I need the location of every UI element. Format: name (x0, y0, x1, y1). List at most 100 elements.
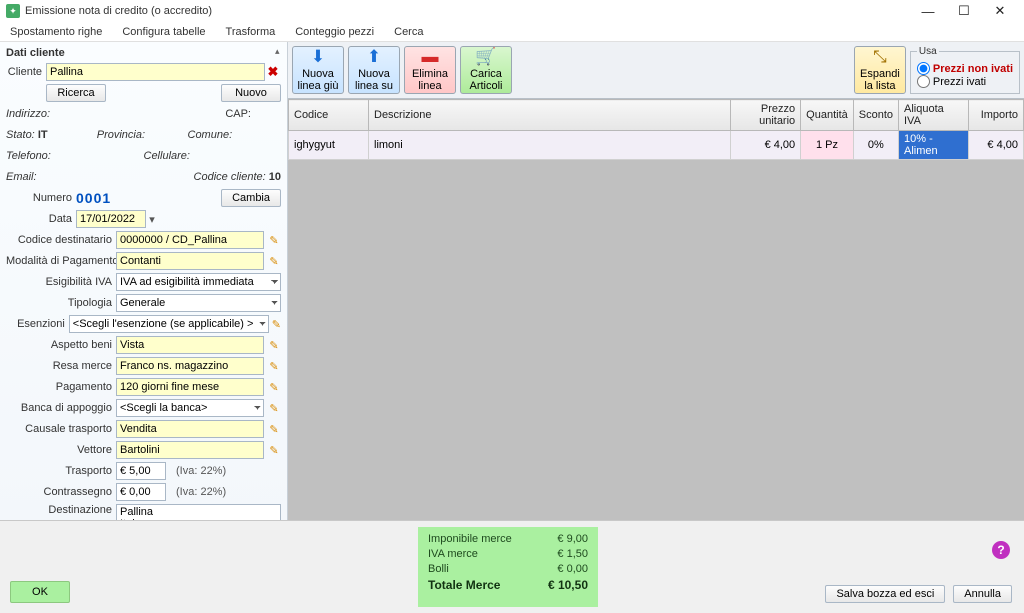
destinazione-label: Destinazione (6, 504, 116, 516)
col-codice[interactable]: Codice (289, 100, 369, 131)
date-dropdown-icon[interactable]: ▾ (146, 213, 158, 226)
carica-articoli-button[interactable]: 🛒Carica Articoli (460, 46, 512, 94)
menu-spostamento[interactable]: Spostamento righe (6, 24, 106, 40)
col-prezzo[interactable]: Prezzo unitario (731, 100, 801, 131)
esig-iva-select[interactable]: IVA ad esigibilità immediata (116, 273, 281, 291)
menu-conteggio[interactable]: Conteggio pezzi (291, 24, 378, 40)
mod-pag-label: Modalità di Pagamento (6, 255, 116, 267)
items-grid[interactable]: Codice Descrizione Prezzo unitario Quant… (288, 99, 1024, 520)
edit-icon[interactable]: ✎ (267, 254, 281, 268)
help-icon[interactable]: ? (992, 541, 1010, 559)
cliente-input[interactable] (46, 63, 265, 81)
indirizzo-label: Indirizzo: (6, 108, 50, 120)
totale-label: Totale Merce (428, 578, 500, 592)
imponibile-value: € 9,00 (557, 533, 588, 545)
menu-bar: Spostamento righe Configura tabelle Tras… (0, 22, 1024, 42)
annulla-button[interactable]: Annulla (953, 585, 1012, 603)
stato-value: IT (38, 129, 48, 141)
cell-descrizione[interactable]: limoni (369, 131, 731, 160)
clear-cliente-button[interactable]: ✖ (265, 64, 281, 80)
maximize-button[interactable]: ☐ (946, 0, 982, 22)
contrassegno-label: Contrassegno (6, 486, 116, 498)
menu-cerca[interactable]: Cerca (390, 24, 427, 40)
codice-cliente-label: Codice cliente: (194, 171, 266, 183)
cambia-numero-button[interactable]: Cambia (221, 189, 281, 207)
usa-legend: Usa (917, 46, 939, 57)
arrow-down-icon: ⬇ (311, 48, 325, 67)
vettore-select[interactable]: Bartolini (116, 441, 264, 459)
codice-dest-select[interactable]: 0000000 / CD_Pallina (116, 231, 264, 249)
trasporto-input[interactable] (116, 462, 166, 480)
prezzi-non-ivati-label: Prezzi non ivati (933, 63, 1013, 75)
tipologia-select[interactable]: Generale (116, 294, 281, 312)
cell-aliquota[interactable]: 10% - Alimen (899, 131, 969, 160)
data-input[interactable] (76, 210, 146, 228)
banca-label: Banca di appoggio (6, 402, 116, 414)
tipologia-label: Tipologia (6, 297, 116, 309)
mod-pag-select[interactable]: Contanti (116, 252, 264, 270)
col-descrizione[interactable]: Descrizione (369, 100, 731, 131)
col-aliquota[interactable]: Aliquota IVA (899, 100, 969, 131)
ok-button[interactable]: OK (10, 581, 70, 603)
col-quantita[interactable]: Quantità (801, 100, 854, 131)
cell-sconto[interactable]: 0% (853, 131, 898, 160)
edit-icon[interactable]: ✎ (267, 401, 281, 415)
pagamento-select[interactable]: 120 giorni fine mese (116, 378, 264, 396)
collapse-icon[interactable]: ▴ (275, 46, 285, 56)
cell-prezzo[interactable]: € 4,00 (731, 131, 801, 160)
resa-select[interactable]: Franco ns. magazzino (116, 357, 264, 375)
causale-select[interactable]: Vendita (116, 420, 264, 438)
edit-icon[interactable]: ✎ (272, 317, 281, 331)
espandi-lista-button[interactable]: ⤡Espandi la lista (854, 46, 906, 94)
telefono-label: Telefono: (6, 150, 51, 162)
totals-panel: Imponibile merce€ 9,00 IVA merce€ 1,50 B… (418, 527, 598, 607)
left-panel: ▴ Dati cliente Cliente ✖ Ricerca Nuovo I… (0, 42, 288, 520)
title-bar: ✦ Emissione nota di credito (o accredito… (0, 0, 1024, 22)
menu-trasforma[interactable]: Trasforma (222, 24, 280, 40)
trasporto-label: Trasporto (6, 465, 116, 477)
codice-cliente-value: 10 (269, 171, 281, 183)
nuova-linea-su-button[interactable]: ⬆Nuova linea su (348, 46, 400, 94)
menu-configura[interactable]: Configura tabelle (118, 24, 209, 40)
table-row[interactable]: ighygyut limoni € 4,00 1 Pz 0% 10% - Ali… (289, 131, 1024, 160)
edit-icon[interactable]: ✎ (267, 338, 281, 352)
col-importo[interactable]: Importo (969, 100, 1024, 131)
trasporto-iva: (Iva: 22%) (176, 465, 226, 477)
elimina-linea-button[interactable]: ▬Elimina linea (404, 46, 456, 94)
aspetto-select[interactable]: Vista (116, 336, 264, 354)
ricerca-button[interactable]: Ricerca (46, 84, 106, 102)
bolli-value: € 0,00 (557, 563, 588, 575)
arrow-up-icon: ⬆ (367, 48, 381, 67)
banca-select[interactable]: <Scegli la banca> (116, 399, 264, 417)
cell-quantita[interactable]: 1 Pz (801, 131, 854, 160)
numero-value: 0001 (76, 190, 111, 206)
nuova-linea-giu-button[interactable]: ⬇Nuova linea giù (292, 46, 344, 94)
nuovo-button[interactable]: Nuovo (221, 84, 281, 102)
iva-label: IVA merce (428, 548, 478, 560)
close-button[interactable]: ✕ (982, 0, 1018, 22)
right-panel: ⬇Nuova linea giù ⬆Nuova linea su ▬Elimin… (288, 42, 1024, 520)
contrassegno-iva: (Iva: 22%) (176, 486, 226, 498)
pagamento-label: Pagamento (6, 381, 116, 393)
edit-icon[interactable]: ✎ (267, 359, 281, 373)
cell-importo[interactable]: € 4,00 (969, 131, 1024, 160)
edit-icon[interactable]: ✎ (267, 380, 281, 394)
prezzi-non-ivati-radio[interactable] (917, 62, 930, 75)
minimize-button[interactable]: — (910, 0, 946, 22)
salva-bozza-button[interactable]: Salva bozza ed esci (825, 585, 945, 603)
cell-codice[interactable]: ighygyut (289, 131, 369, 160)
minus-icon: ▬ (422, 48, 439, 67)
edit-icon[interactable]: ✎ (267, 443, 281, 457)
col-sconto[interactable]: Sconto (853, 100, 898, 131)
codice-dest-label: Codice destinatario (6, 234, 116, 246)
edit-icon[interactable]: ✎ (267, 422, 281, 436)
prezzi-ivati-radio[interactable] (917, 75, 930, 88)
bolli-label: Bolli (428, 563, 449, 575)
edit-icon[interactable]: ✎ (267, 233, 281, 247)
destinazione-textarea[interactable]: Pallina Italy (116, 504, 281, 520)
causale-label: Causale trasporto (6, 423, 116, 435)
esenzioni-select[interactable]: <Scegli l'esenzione (se applicabile) > (69, 315, 269, 333)
iva-value: € 1,50 (557, 548, 588, 560)
contrassegno-input[interactable] (116, 483, 166, 501)
data-label: Data (6, 213, 76, 225)
